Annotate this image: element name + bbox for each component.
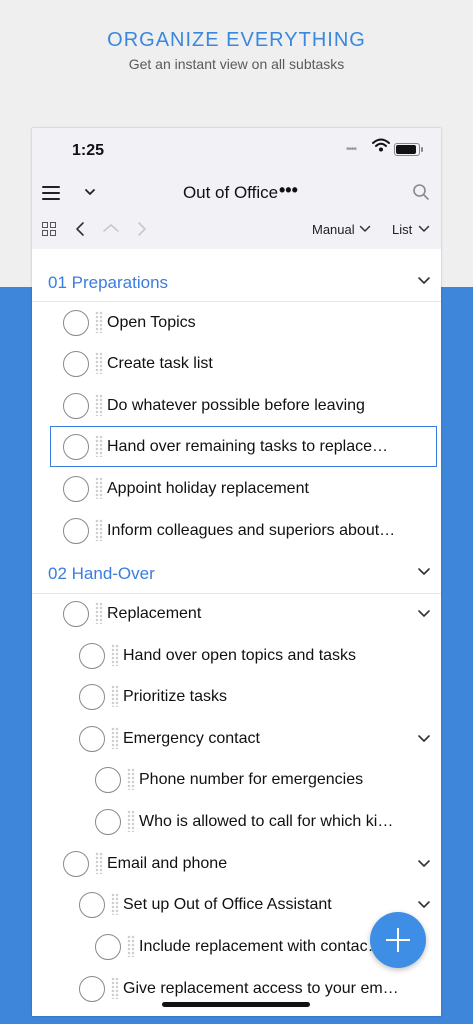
task-row[interactable]: Prioritize tasks	[79, 679, 433, 717]
phone-screen: 1:25 •••• Out of Office ••• Manual List …	[32, 128, 441, 1016]
drag-handle-icon[interactable]	[95, 477, 103, 499]
checkbox-circle[interactable]	[95, 809, 121, 835]
chevron-down-icon[interactable]	[417, 608, 431, 620]
checkbox-circle[interactable]	[63, 601, 89, 627]
task-label: Emergency contact	[123, 730, 260, 747]
checkbox-circle[interactable]	[63, 851, 89, 877]
task-row-selected[interactable]: Hand over remaining tasks to replace…	[63, 429, 433, 467]
task-label: Replacement	[107, 605, 202, 622]
forward-icon	[138, 222, 146, 236]
sort-mode-dropdown[interactable]: Manual	[312, 222, 355, 237]
up-icon	[103, 224, 119, 232]
checkbox-circle[interactable]	[79, 643, 105, 669]
task-row[interactable]: Hand over open topics and tasks	[79, 638, 433, 676]
task-row[interactable]: Emergency contact	[79, 721, 433, 759]
task-row[interactable]: Create task list	[63, 346, 433, 384]
home-indicator	[162, 1002, 310, 1007]
drag-handle-icon[interactable]	[95, 519, 103, 541]
app-header: 1:25 •••• Out of Office ••• Manual List	[32, 128, 441, 249]
task-label: Inform colleagues and superiors about…	[107, 522, 396, 539]
task-label: Phone number for emergencies	[139, 771, 364, 788]
promo-subtitle: Get an instant view on all subtasks	[128, 56, 345, 72]
checkbox-circle[interactable]	[79, 726, 105, 752]
grid-icon[interactable]	[42, 222, 56, 236]
task-label: Email and phone	[107, 855, 228, 872]
task-label: Create task list	[107, 355, 213, 372]
checkbox-circle[interactable]	[63, 310, 89, 336]
chevron-down-icon[interactable]	[417, 858, 431, 870]
battery-icon	[394, 143, 423, 156]
divider	[32, 301, 441, 302]
drag-handle-icon[interactable]	[127, 768, 135, 790]
task-label: Prioritize tasks	[123, 688, 228, 705]
task-row[interactable]: Inform colleagues and superiors about…	[63, 513, 433, 551]
checkbox-circle[interactable]	[79, 976, 105, 1002]
checkbox-circle[interactable]	[95, 934, 121, 960]
drag-handle-icon[interactable]	[127, 935, 135, 957]
checkbox-circle[interactable]	[63, 434, 89, 460]
task-row[interactable]: Appoint holiday replacement	[63, 471, 433, 509]
drag-handle-icon[interactable]	[95, 311, 103, 333]
divider	[32, 593, 441, 594]
promo-title: ORGANIZE EVERYTHING	[107, 29, 366, 51]
task-row[interactable]: Who is allowed to call for which ki…	[95, 804, 433, 842]
add-task-button[interactable]	[370, 912, 426, 968]
chevron-down-icon[interactable]	[417, 733, 431, 745]
task-row[interactable]: Phone number for emergencies	[95, 762, 433, 800]
task-label: Hand over open topics and tasks	[123, 647, 357, 664]
view-mode-dropdown[interactable]: List	[392, 222, 412, 237]
chevron-down-icon[interactable]	[417, 275, 431, 287]
list-title[interactable]: Out of Office	[32, 183, 441, 203]
chevron-down-icon[interactable]	[418, 224, 430, 234]
checkbox-circle[interactable]	[63, 518, 89, 544]
search-icon[interactable]	[412, 183, 430, 201]
drag-handle-icon[interactable]	[95, 602, 103, 624]
wifi-icon	[372, 138, 390, 152]
chevron-down-icon[interactable]	[359, 224, 371, 234]
checkbox-circle[interactable]	[63, 351, 89, 377]
back-icon[interactable]	[74, 221, 86, 237]
drag-handle-icon[interactable]	[95, 435, 103, 457]
more-icon[interactable]: •••	[279, 180, 298, 201]
drag-handle-icon[interactable]	[95, 394, 103, 416]
signal-icon: ••••	[346, 144, 357, 155]
drag-handle-icon[interactable]	[111, 727, 119, 749]
drag-handle-icon[interactable]	[111, 644, 119, 666]
drag-handle-icon[interactable]	[111, 977, 119, 999]
checkbox-circle[interactable]	[79, 684, 105, 710]
status-time: 1:25	[72, 142, 105, 159]
task-row[interactable]: Open Topics	[63, 305, 433, 343]
task-label: Set up Out of Office Assistant	[123, 896, 332, 913]
task-label: Appoint holiday replacement	[107, 480, 309, 497]
task-label: Give replacement access to your em…	[123, 980, 399, 997]
task-row[interactable]: Email and phone	[63, 846, 433, 884]
drag-handle-icon[interactable]	[95, 852, 103, 874]
drag-handle-icon[interactable]	[111, 685, 119, 707]
task-label: Do whatever possible before leaving	[107, 397, 365, 414]
checkbox-circle[interactable]	[63, 476, 89, 502]
task-label: Hand over remaining tasks to replace…	[107, 438, 389, 455]
task-row[interactable]: Do whatever possible before leaving	[63, 388, 433, 426]
task-label: Who is allowed to call for which ki…	[139, 813, 394, 830]
task-row[interactable]: Replacement	[63, 596, 433, 634]
checkbox-circle[interactable]	[95, 767, 121, 793]
drag-handle-icon[interactable]	[127, 810, 135, 832]
checkbox-circle[interactable]	[79, 892, 105, 918]
task-label: Include replacement with contac…	[139, 938, 375, 955]
task-label: Open Topics	[107, 314, 196, 331]
drag-handle-icon[interactable]	[111, 893, 119, 915]
task-row[interactable]: Include replacement with contac…	[95, 929, 375, 967]
section-header-preparations[interactable]: 01 Preparations	[48, 273, 168, 293]
drag-handle-icon[interactable]	[95, 352, 103, 374]
chevron-down-icon[interactable]	[417, 899, 431, 911]
section-header-hand-over[interactable]: 02 Hand-Over	[48, 564, 155, 584]
chevron-down-icon[interactable]	[417, 566, 431, 578]
checkbox-circle[interactable]	[63, 393, 89, 419]
